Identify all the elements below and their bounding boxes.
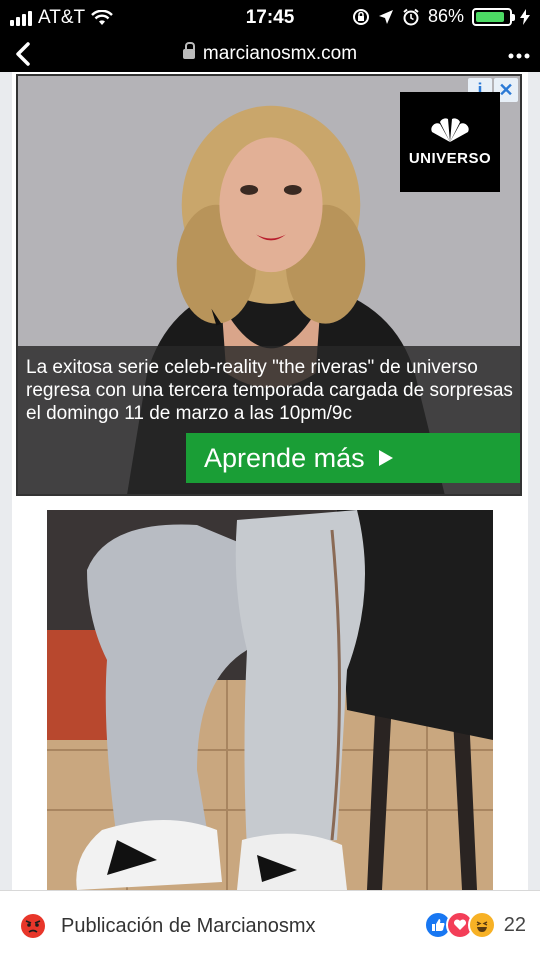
angry-face-icon <box>21 914 45 938</box>
browser-bar: marcianosmx.com <box>0 36 540 72</box>
battery-icon <box>472 7 515 26</box>
more-dots-icon <box>508 53 530 59</box>
play-arrow-icon <box>378 450 393 466</box>
status-bar: AT&T 17:45 86% <box>0 0 540 36</box>
haha-reaction-icon <box>467 911 496 939</box>
ad-text: La exitosa serie celeb-reality "the rive… <box>26 357 513 424</box>
location-icon <box>378 9 393 24</box>
learn-more-label: Aprende más <box>204 442 365 473</box>
charging-icon <box>520 8 530 25</box>
rotation-lock-icon <box>352 8 369 25</box>
url-text: marcianosmx.com <box>202 43 358 64</box>
post-footer: Publicación de Marcianosmx 22 <box>0 890 540 960</box>
peacock-icon <box>431 117 469 142</box>
learn-more-button[interactable]: Aprende más <box>186 433 520 483</box>
ad-logo-text: UNIVERSO <box>408 149 492 167</box>
post-image <box>47 510 493 890</box>
lock-icon <box>182 42 195 60</box>
reaction-count: 22 <box>503 913 526 936</box>
status-right: 86% <box>352 6 530 27</box>
universo-logo: UNIVERSO <box>400 92 500 192</box>
publication-label[interactable]: Publicación de Marcianosmx <box>61 915 316 938</box>
ad-banner[interactable]: i ✕ UNIVERSO La exitosa serie celeb-real… <box>16 74 522 496</box>
battery-percent: 86% <box>427 6 464 26</box>
reactions-summary[interactable]: 22 <box>423 911 526 939</box>
page-content: i ✕ UNIVERSO La exitosa serie celeb-real… <box>0 72 540 890</box>
alarm-icon <box>403 8 419 25</box>
post-photo[interactable] <box>47 510 493 890</box>
url-field[interactable]: marcianosmx.com <box>0 42 540 65</box>
more-options-button[interactable] <box>508 39 530 65</box>
